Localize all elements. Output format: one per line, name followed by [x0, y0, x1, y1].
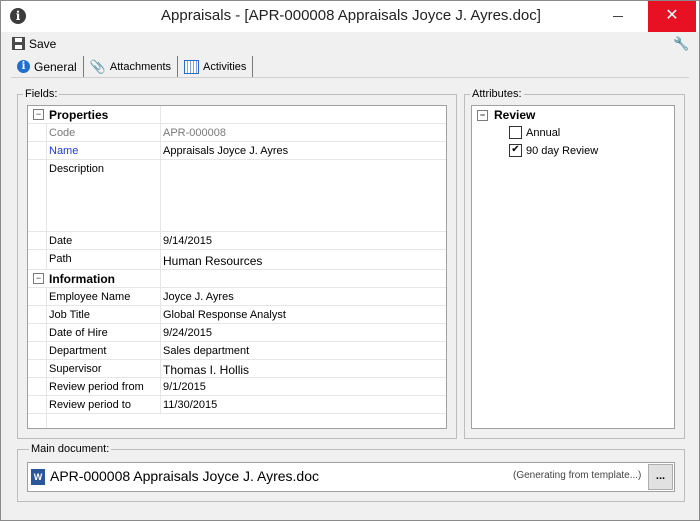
- tab-label: General: [34, 59, 77, 74]
- tree-node-review[interactable]: − Review: [477, 108, 535, 122]
- job-title-value[interactable]: Global Response Analyst: [160, 306, 446, 323]
- minimize-button[interactable]: [595, 1, 641, 32]
- info-icon: i: [10, 8, 26, 24]
- tab-divider: [11, 77, 689, 78]
- row-name[interactable]: Name Appraisals Joyce J. Ayres: [28, 142, 446, 160]
- field-label: Job Title: [49, 309, 90, 321]
- department-value[interactable]: Sales department: [160, 342, 446, 359]
- row-date[interactable]: Date 9/14/2015: [28, 232, 446, 250]
- row-department[interactable]: Department Sales department: [28, 342, 446, 360]
- window-title: Appraisals - [APR-000008 Appraisals Joyc…: [161, 7, 541, 24]
- field-label: Path: [49, 253, 72, 265]
- description-value[interactable]: [160, 160, 446, 231]
- attributes-label: Attributes:: [470, 88, 524, 100]
- field-label: Review period to: [49, 399, 131, 411]
- field-label: Date: [49, 235, 73, 247]
- save-icon: [12, 37, 25, 50]
- row-review-period-from[interactable]: Review period from 9/1/2015: [28, 378, 446, 396]
- category-value-cell: [160, 106, 446, 123]
- attribute-label: Annual: [526, 126, 561, 139]
- tab-general[interactable]: i General: [11, 56, 84, 77]
- row-date-of-hire[interactable]: Date of Hire 9/24/2015: [28, 324, 446, 342]
- row-employee-name[interactable]: Employee Name Joyce J. Ayres: [28, 288, 446, 306]
- supervisor-value[interactable]: Thomas I. Hollis: [160, 360, 446, 377]
- minimize-icon: [613, 15, 623, 17]
- row-description[interactable]: Description: [28, 160, 446, 232]
- paperclip-icon: 📎: [89, 58, 106, 74]
- browse-button[interactable]: ...: [648, 464, 673, 490]
- collapse-icon[interactable]: −: [33, 109, 44, 120]
- appraisal-window: i Appraisals - [APR-000008 Appraisals Jo…: [0, 0, 700, 521]
- name-value[interactable]: Appraisals Joyce J. Ayres: [160, 142, 446, 159]
- employee-name-value[interactable]: Joyce J. Ayres: [160, 288, 446, 305]
- field-label: Date of Hire: [49, 327, 108, 339]
- field-label: Code: [49, 127, 76, 139]
- attributes-tree: − Review Annual ✔ 90 day Review: [471, 105, 675, 429]
- category-properties[interactable]: − Properties: [28, 106, 446, 124]
- code-value: APR-000008: [160, 124, 446, 141]
- review-from-value[interactable]: 9/1/2015: [160, 378, 446, 395]
- property-grid: − Properties Code APR-000008 Name Apprai…: [27, 105, 447, 429]
- field-label: Supervisor: [49, 363, 102, 375]
- row-path[interactable]: Path Human Resources: [28, 250, 446, 270]
- tab-label: Attachments: [109, 60, 172, 73]
- attribute-annual[interactable]: Annual: [509, 126, 560, 139]
- main-document-field[interactable]: W APR-000008 Appraisals Joyce J. Ayres.d…: [27, 462, 675, 492]
- field-label: Name: [49, 145, 79, 157]
- info-icon: i: [17, 60, 30, 73]
- title-bar: i Appraisals - [APR-000008 Appraisals Jo…: [1, 1, 699, 32]
- attribute-label: 90 day Review: [526, 144, 599, 157]
- calendar-icon: [184, 59, 200, 74]
- close-button[interactable]: ✕: [648, 1, 696, 32]
- row-supervisor[interactable]: Supervisor Thomas I. Hollis: [28, 360, 446, 378]
- save-button[interactable]: Save: [12, 35, 56, 52]
- close-icon: ✕: [665, 7, 679, 24]
- tree-node-label: Review: [494, 108, 536, 122]
- category-information[interactable]: − Information: [28, 270, 446, 288]
- word-document-icon: W: [31, 469, 45, 485]
- tab-activities[interactable]: Activities: [178, 56, 254, 77]
- attribute-90-day-review[interactable]: ✔ 90 day Review: [509, 144, 598, 157]
- tab-label: Activities: [203, 60, 247, 73]
- fields-label: Fields:: [23, 88, 60, 100]
- checked-checkbox-icon[interactable]: ✔: [509, 144, 522, 157]
- field-label: Review period from: [49, 381, 144, 393]
- date-of-hire-value[interactable]: 9/24/2015: [160, 324, 446, 341]
- collapse-icon[interactable]: −: [477, 109, 488, 121]
- row-review-period-to[interactable]: Review period to 11/30/2015: [28, 396, 446, 414]
- tab-attachments[interactable]: 📎 Attachments: [84, 56, 179, 77]
- wrench-icon[interactable]: 🔧: [673, 36, 689, 52]
- category-label: Information: [49, 272, 115, 286]
- review-to-value[interactable]: 11/30/2015: [160, 396, 446, 413]
- collapse-icon[interactable]: −: [33, 273, 44, 284]
- tab-strip: i General 📎 Attachments Activities: [11, 56, 254, 77]
- document-status: (Generating from template...): [513, 470, 642, 481]
- document-filename: APR-000008 Appraisals Joyce J. Ayres.doc: [50, 468, 320, 484]
- toolbar: Save: [1, 32, 699, 54]
- main-document-label: Main document:: [29, 443, 112, 455]
- path-value[interactable]: Human Resources: [160, 250, 446, 269]
- field-label: Department: [49, 345, 107, 357]
- row-code[interactable]: Code APR-000008: [28, 124, 446, 142]
- category-label: Properties: [49, 108, 109, 122]
- row-job-title[interactable]: Job Title Global Response Analyst: [28, 306, 446, 324]
- field-label: Description: [49, 163, 105, 175]
- unchecked-checkbox-icon[interactable]: [509, 126, 522, 139]
- date-value[interactable]: 9/14/2015: [160, 232, 446, 249]
- category-value-cell: [160, 270, 446, 287]
- save-label: Save: [29, 36, 57, 51]
- field-label: Employee Name: [49, 291, 131, 303]
